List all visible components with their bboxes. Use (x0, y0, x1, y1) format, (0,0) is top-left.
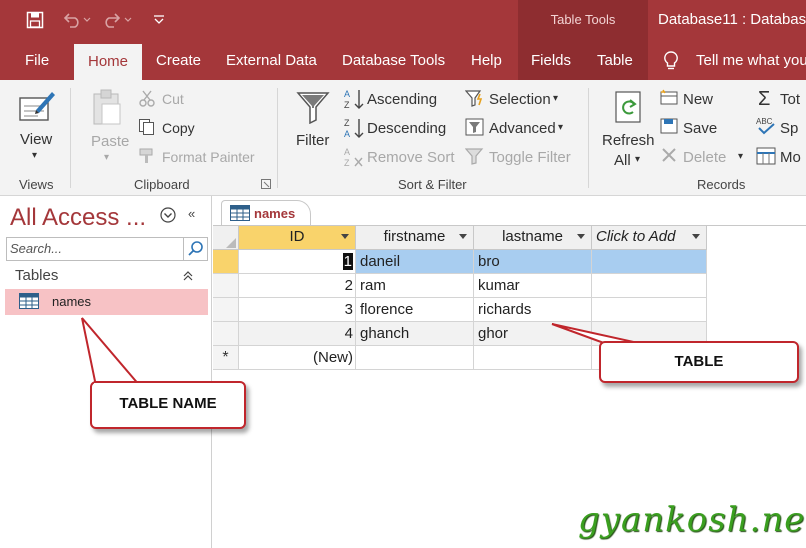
watermark-logo: gyankosh.net (578, 500, 806, 540)
table-callout-text: TABLE (674, 353, 724, 370)
callout-join (94, 383, 144, 389)
access-window: Table Tools Database11 : Database File H… (0, 0, 806, 548)
callout-join (608, 343, 656, 349)
callout-pointers (81, 317, 653, 387)
table-name-callout-text: TABLE NAME (119, 395, 217, 412)
